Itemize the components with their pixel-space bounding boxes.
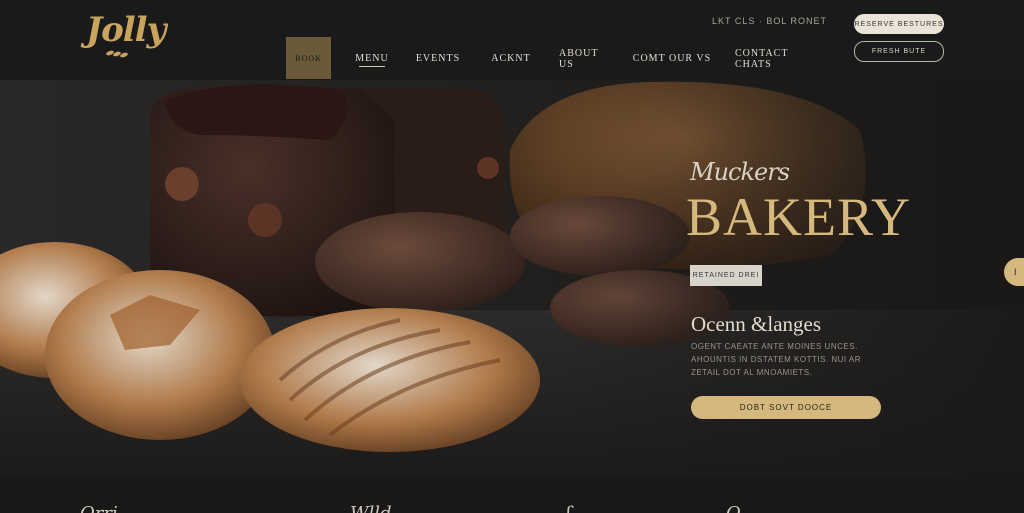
site-header: Jolly LKT CLS · BOL RONET BOOK MENU EVEN…	[0, 0, 1024, 80]
hero-banner: Muckers BAKERY RETAINED DREI Ocenn &lang…	[0, 80, 1024, 477]
footer-item-3[interactable]: ʃ	[566, 503, 571, 513]
hero-tag-badge[interactable]: RETAINED DREI	[690, 265, 762, 286]
hero-content: Muckers BAKERY RETAINED DREI Ocenn &lang…	[0, 80, 1024, 477]
nav-item-events[interactable]: EVENTS	[413, 37, 463, 80]
hero-description: OGENT CAEATE ANTE MOINES UNCES. AHOUNTIS…	[691, 342, 862, 377]
hero-cta-button[interactable]: DOBT SOVT DOOCE	[691, 396, 881, 419]
nav-item-book[interactable]: BOOK	[286, 37, 331, 79]
footer-item-4[interactable]: O	[726, 503, 741, 513]
nav-active-underline	[359, 66, 385, 67]
nav-item-menu[interactable]: MENU	[331, 37, 413, 80]
hero-subheading: Ocenn &langes	[691, 312, 822, 336]
reserve-button[interactable]: RESERVE BESTURES	[854, 14, 944, 34]
secondary-button[interactable]: FRESH BUTE	[854, 41, 944, 62]
nav-item-about[interactable]: ABOUT US	[559, 37, 609, 80]
side-tab-button[interactable]: I	[1004, 258, 1024, 286]
header-contact: LKT CLS · BOL RONET	[712, 16, 828, 26]
main-nav: BOOK MENU EVENTS ACKNT ABOUT US COMT OUR…	[286, 37, 789, 80]
footer-item-2[interactable]: Wlld	[350, 503, 392, 513]
wheat-icon	[106, 50, 128, 58]
nav-item-community[interactable]: COMT OUR VS	[609, 37, 735, 80]
nav-item-acknt[interactable]: ACKNT	[463, 37, 559, 80]
footer-item-1[interactable]: Orri	[80, 503, 118, 513]
hero-title: BAKERY	[686, 187, 912, 247]
footer-strip: Orri Wlld ʃ O	[0, 477, 1024, 513]
brand-logo[interactable]: Jolly	[86, 10, 166, 50]
nav-item-contact[interactable]: CONTACT CHATS	[735, 37, 789, 80]
hero-script-subtitle: Muckers	[690, 158, 790, 186]
